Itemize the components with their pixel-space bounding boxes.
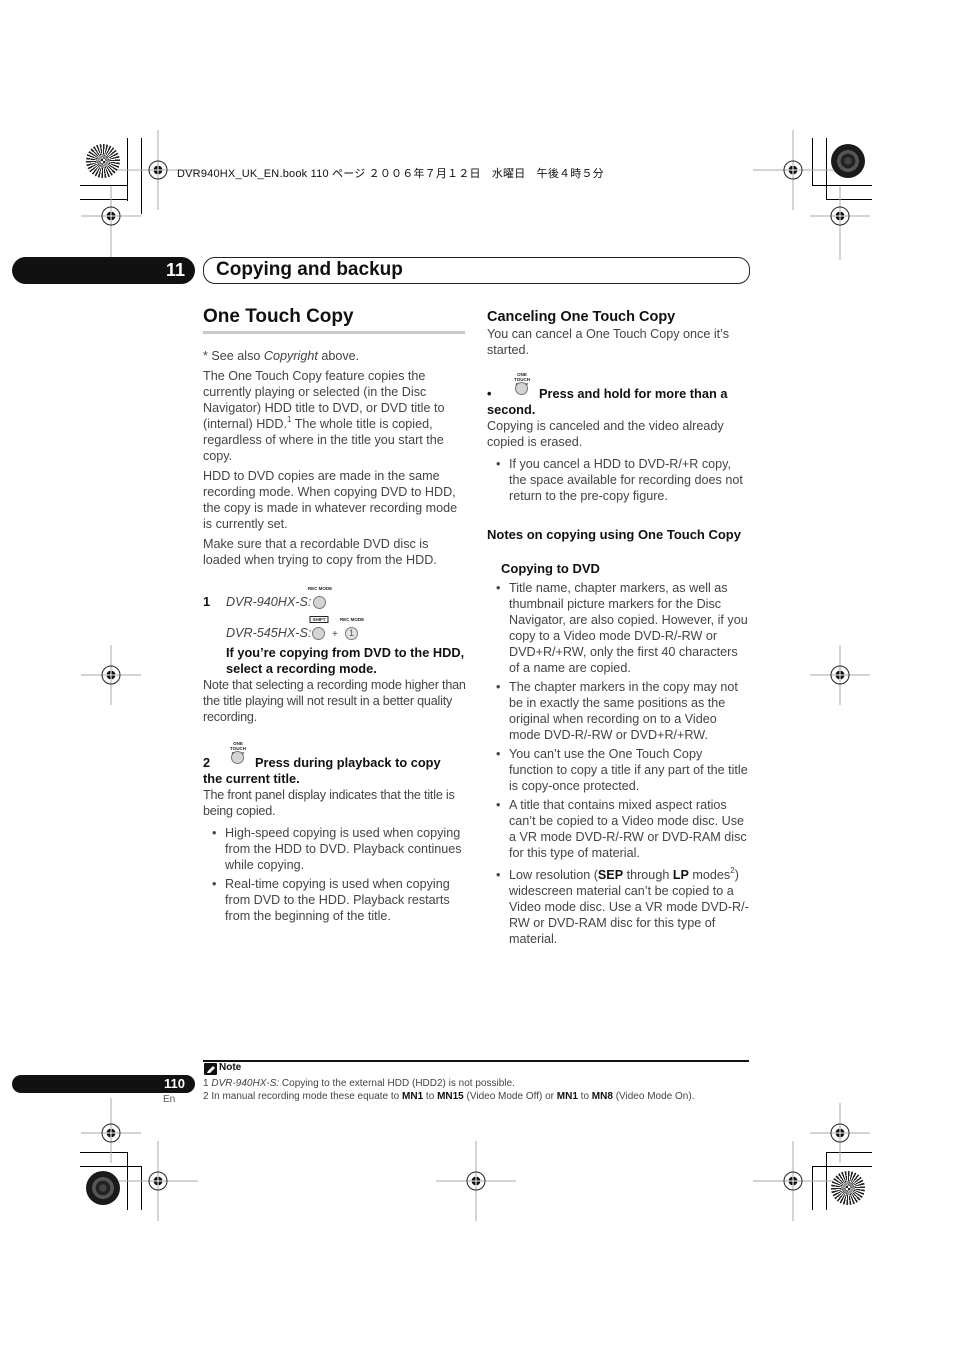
- registration-marks-icon: [81, 130, 870, 1221]
- color-registration-burst-icon: [831, 144, 865, 178]
- pencil-note-icon: [204, 1063, 217, 1075]
- one-touch-copy-button-icon: [231, 751, 244, 764]
- shift-button-icon: [312, 627, 325, 640]
- registration-crosshair-icon: [810, 1103, 870, 1163]
- step-2-bullets: High-speed copying is used when copying …: [203, 825, 467, 924]
- page-number-tab: 110: [12, 1075, 195, 1093]
- step-1-note: Note that selecting a recording mode hig…: [203, 678, 466, 724]
- page-number: 110: [164, 1076, 185, 1091]
- registration-crosshair-icon: [118, 1141, 198, 1221]
- list-item: The chapter markers in the copy may not …: [487, 679, 749, 743]
- cancel-heading: Canceling One Touch Copy: [487, 309, 676, 325]
- left-column: * See also Copyright above. The One Touc…: [203, 348, 467, 927]
- list-item: If you cancel a HDD to DVD-R/+R copy, th…: [487, 456, 749, 504]
- cancel-instruction-cont: second.: [487, 402, 536, 417]
- chapter-number-tab: 11: [12, 257, 195, 284]
- intro-paragraph: The One Touch Copy feature copies the cu…: [203, 369, 445, 463]
- model-name: DVR-940HX-S:: [226, 595, 312, 609]
- right-column: Canceling One Touch Copy You can cancel …: [487, 308, 749, 950]
- copying-to-dvd-subheading: Copying to DVD: [501, 561, 600, 576]
- note-rule: [203, 1060, 749, 1062]
- copyright-reference: Copyright: [263, 349, 318, 363]
- cancel-intro: You can cancel a One Touch Copy once it’…: [487, 327, 730, 357]
- list-item: Low resolution (SEP through LP modes2) w…: [487, 867, 749, 947]
- one-touch-copy-button-icon: [515, 382, 528, 395]
- chapter-number: 11: [165, 260, 185, 280]
- step-1: 1 DVR-940HX-S: REC MODE DVR-545HX-S: SHI…: [203, 586, 467, 725]
- bullet: •: [487, 386, 492, 401]
- list-item: A title that contains mixed aspect ratio…: [487, 797, 749, 861]
- number-1-button-icon: 1: [345, 627, 358, 640]
- chapter-title-box: Copying and backup: [203, 257, 750, 284]
- cancel-bullets: If you cancel a HDD to DVD-R/+R copy, th…: [487, 456, 749, 504]
- note-label: Note: [219, 1062, 242, 1073]
- registration-crosshair-icon: [810, 186, 870, 246]
- rec-mode-button: REC MODE: [308, 586, 332, 610]
- color-registration-burst-icon: [86, 1171, 120, 1205]
- disc-loaded-paragraph: Make sure that a recordable DVD disc is …: [203, 537, 437, 567]
- heading-rule: [203, 331, 465, 334]
- list-item: High-speed copying is used when copying …: [203, 825, 467, 873]
- list-item: Real-time copying is used when copying f…: [203, 876, 467, 924]
- step-1-instruction: If you’re copying from DVD to the HDD, s…: [226, 645, 465, 676]
- one-touch-copy-button: ONE TOUCH COPY: [513, 372, 531, 396]
- dvd-notes-bullets: Title name, chapter markers, as well as …: [487, 580, 749, 947]
- notes-heading: Notes on copying using One Touch Copy: [487, 527, 741, 542]
- shift-button: SHIFT: [309, 616, 329, 641]
- plus-sign: +: [332, 629, 338, 640]
- registration-crosshair-icon: [753, 1141, 833, 1221]
- registration-crosshair-icon: [810, 645, 870, 705]
- registration-crosshair-icon: [81, 186, 141, 246]
- registration-crosshair-icon: [81, 1103, 141, 1163]
- color-registration-burst-icon: [86, 144, 120, 178]
- section-heading: One Touch Copy: [203, 306, 354, 327]
- see-also-note: * See also Copyright above.: [203, 349, 360, 363]
- page-language: En: [163, 1094, 176, 1105]
- cancel-description: Copying is canceled and the video alread…: [487, 419, 724, 449]
- registration-crosshair-icon: [753, 130, 833, 210]
- cancel-step: • ONE TOUCH COPY Press and hold for more…: [487, 372, 749, 402]
- footnote-1: 1 DVR-940HX-S: Copying to the external H…: [203, 1078, 515, 1089]
- print-header-info: DVR940HX_UK_EN.book 110 ページ ２００６年７月１２日 水…: [177, 168, 604, 180]
- registration-crosshair-icon: [81, 645, 141, 705]
- step-2-instruction: Press during playback to copy: [255, 755, 441, 770]
- rec-mode-1-button: REC MODE 1: [339, 617, 365, 640]
- step-2-description: The front panel display indicates that t…: [203, 788, 455, 818]
- model-name: DVR-545HX-S:: [226, 626, 312, 640]
- recording-mode-paragraph: HDD to DVD copies are made in the same r…: [203, 469, 458, 531]
- chapter-title: Copying and backup: [216, 259, 403, 280]
- list-item: You can’t use the One Touch Copy functio…: [487, 746, 749, 794]
- color-registration-burst-icon: [831, 1171, 865, 1205]
- step-2-instruction-cont: the current title.: [203, 771, 300, 786]
- list-item: Title name, chapter markers, as well as …: [487, 580, 749, 676]
- step-number: 2: [203, 755, 211, 770]
- registration-crosshair-icon: [436, 1141, 516, 1221]
- footnote-2: 2 In manual recording mode these equate …: [203, 1091, 695, 1102]
- step-number: 1: [203, 594, 211, 609]
- step-2: 2 ONE TOUCH COPY Press during playback t…: [203, 741, 467, 924]
- cancel-instruction: Press and hold for more than a: [539, 386, 728, 401]
- rec-mode-button-icon: [313, 596, 326, 609]
- one-touch-copy-button: ONE TOUCH COPY: [229, 741, 247, 765]
